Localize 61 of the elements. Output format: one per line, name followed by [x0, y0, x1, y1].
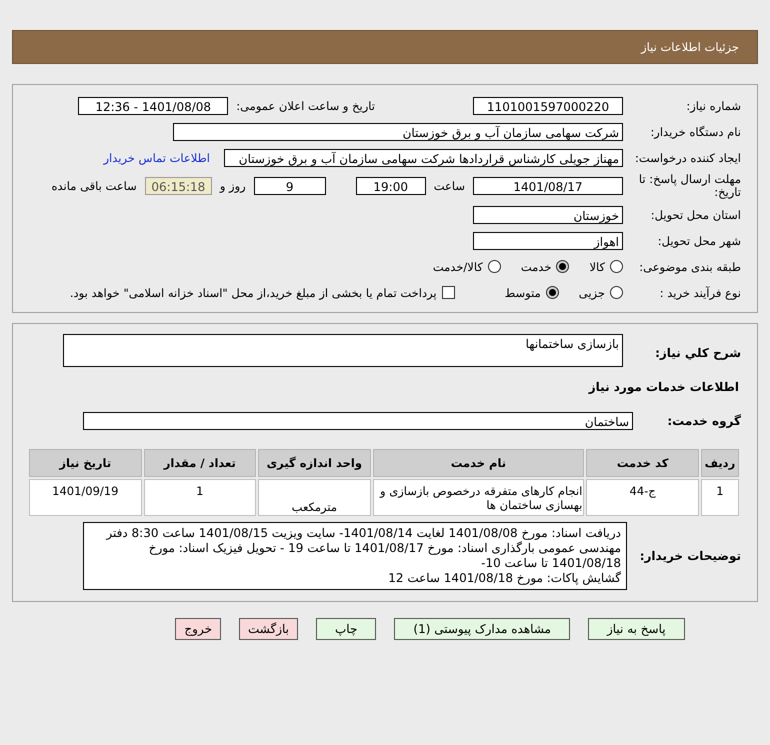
field-label: روز و [220, 179, 246, 193]
input-field[interactable]: اهواز [473, 232, 623, 250]
field-label: استان محل تحویل: [650, 208, 742, 222]
radio-label: خدمت [520, 260, 552, 274]
column-header: تاریخ نیاز [29, 449, 142, 477]
field-label: توضیحات خریدار: [638, 549, 742, 563]
field-label: گروه خدمت: [666, 414, 742, 428]
input-field[interactable]: 1101001597000220 [473, 96, 623, 114]
action-button[interactable]: چاپ [316, 618, 376, 640]
input-field[interactable]: مهناز جویلی کارشناس قراردادها شرکت سهامی سازمان آب و برق خوزستان [224, 148, 623, 166]
table-cell: مترمکعب [258, 479, 371, 516]
radio-label: متوسط [504, 286, 541, 300]
input-field[interactable]: 06:15:18 [144, 177, 212, 195]
field-label: شماره نیاز: [685, 98, 742, 112]
column-header: واحد اندازه گیری [258, 449, 371, 477]
field-label: نام دستگاه خریدار: [649, 124, 742, 138]
radio-button[interactable] [610, 286, 623, 299]
notes-text: دریافت اسناد: مورخ 1401/08/08 لغایت 1401/08/14- سایت ویزیت 1401/08/15 ساعت 8:30 دفتر مهندسی عمومی بارگذاری اسناد: مورخ 1401/08/17 تا ساعت 19 - تحویل فیزیک اسناد: مورخ 1401/08/18 تا ساعت 10- [104, 526, 621, 571]
checkbox-label: پرداخت تمام یا بخشی از مبلغ خرید،از محل "اسناد خزانه اسلامی" خواهد بود. [70, 286, 437, 300]
radio-label: کالا/خدمت [432, 260, 483, 274]
input-field[interactable]: خوزستان [473, 206, 623, 224]
field-label: تاریخ و ساعت اعلان عمومی: [236, 98, 375, 112]
input-field[interactable]: 19:00 [356, 177, 426, 195]
column-header: کد خدمت [586, 449, 699, 477]
table-cell: 1401/09/19 [29, 479, 142, 516]
input-field[interactable]: 1401/08/08 - 12:36 [78, 96, 228, 114]
radio-button[interactable] [610, 260, 623, 273]
table-cell: 1 [144, 479, 256, 516]
field-label: ساعت [434, 179, 465, 193]
column-header: نام خدمت [372, 449, 584, 477]
radio-label: جزیی [578, 286, 605, 300]
field-label: ایجاد کننده درخواست: [634, 150, 742, 164]
field-label: شهر محل تحویل: [656, 234, 742, 248]
field-label: نوع فرآیند خرید : [658, 286, 742, 300]
notes-text: گشایش پاکات: مورخ 1401/08/18 ساعت 12 [387, 571, 621, 586]
action-button[interactable]: پاسخ به نیاز [588, 618, 685, 640]
contact-link[interactable]: اطلاعات تماس خریدار [103, 150, 210, 164]
field-label: ساعت باقی مانده [52, 179, 137, 193]
checkbox[interactable] [442, 286, 455, 299]
field-label: شرح کلي نياز: [654, 345, 742, 360]
input-field[interactable]: 9 [254, 177, 326, 195]
column-header: تعداد / مقدار [144, 449, 256, 477]
table-cell: ج-44 [586, 479, 699, 516]
summary-box: بازسازی ساختمانها [63, 334, 623, 367]
action-button[interactable]: مشاهده مدارک پیوستی (1) [394, 618, 570, 640]
column-header: ردیف [700, 449, 739, 477]
action-button[interactable]: بازگشت [239, 618, 298, 640]
radio-button[interactable] [556, 260, 570, 273]
section-heading: اطلاعات خدمات مورد نياز [587, 379, 740, 396]
radio-button[interactable] [488, 260, 501, 273]
input-field[interactable]: ساختمان [83, 412, 633, 430]
field-label: طبقه بندی موضوعی: [638, 260, 742, 274]
page-title: جزئیات اطلاعات نیاز [641, 40, 739, 54]
radio-label: کالا [589, 260, 605, 274]
action-button[interactable]: خروج [175, 618, 221, 640]
radio-button[interactable] [546, 286, 559, 299]
input-field[interactable]: شرکت سهامی سازمان آب و برق خوزستان [173, 122, 623, 140]
input-field[interactable]: 1401/08/17 [473, 177, 623, 195]
field-label: مهلت ارسال پاسخ: تا تاریخ: [638, 173, 742, 199]
table-cell: 1 [700, 479, 739, 516]
table-cell: انجام کارهای متفرقه درخصوص بازسازی و بهسازی ساختمان ها [372, 479, 584, 516]
